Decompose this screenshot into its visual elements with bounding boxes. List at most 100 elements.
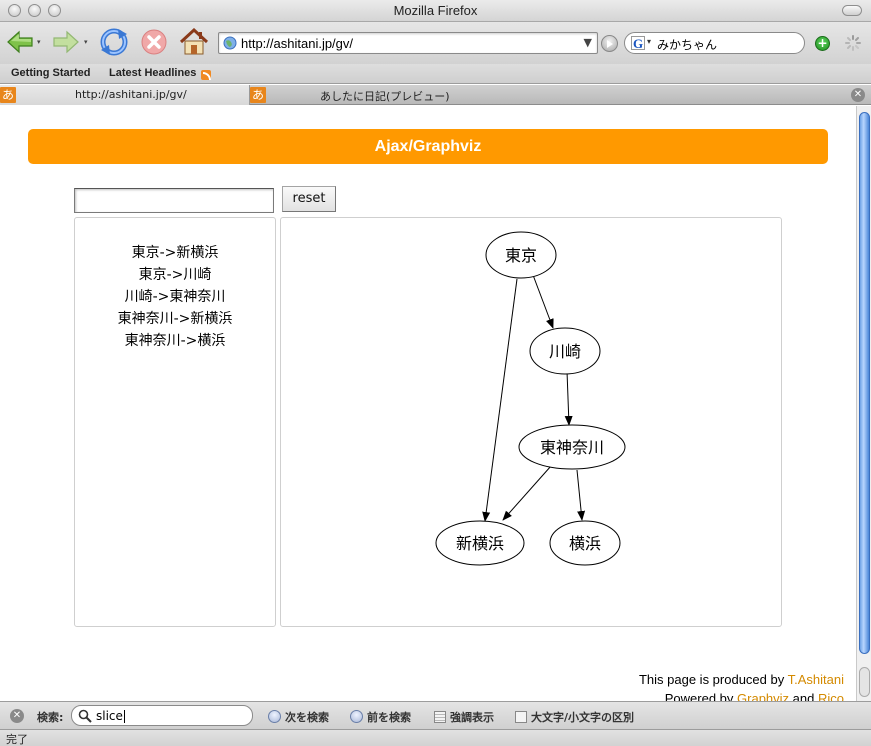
graph-node-tokyo: 東京: [485, 231, 557, 279]
search-engine-dropdown[interactable]: ▾: [647, 37, 651, 46]
graph-node-shinyokohama: 新横浜: [435, 520, 525, 566]
go-button[interactable]: [601, 35, 618, 52]
svg-text:新横浜: 新横浜: [456, 534, 504, 553]
reset-button[interactable]: reset: [282, 186, 336, 212]
magnifier-icon: [78, 709, 92, 723]
find-query-text[interactable]: slice: [96, 709, 123, 723]
bookmark-getting-started[interactable]: Getting Started: [11, 67, 90, 79]
edge-item: 東神奈川->新横浜: [117, 311, 233, 327]
graph-edge-tokyo-shinyokohama: [482, 278, 518, 522]
graph-edge-higashikanagawa-yokohama: [576, 469, 586, 521]
graph-edge-higashikanagawa-shinyokohama: [502, 465, 552, 521]
text-caret: [123, 710, 125, 723]
footer-powered-text: Powered by: [664, 691, 738, 701]
edge-list-panel: 東京->新横浜 東京->川崎 川崎->東神奈川 東神奈川->新横浜 東神奈川->…: [74, 217, 276, 627]
forward-button[interactable]: [50, 27, 82, 57]
tab-gv[interactable]: あ http://ashitani.jp/gv/: [0, 85, 250, 105]
graph-panel: 東京 川崎 東神奈川 新横浜 横浜: [280, 217, 782, 627]
highlight-icon: [434, 711, 446, 723]
url-text[interactable]: http://ashitani.jp/gv/: [241, 36, 353, 51]
edge-item: 川崎->東神奈川: [124, 289, 226, 305]
bookmarks-toolbar: Getting Started Latest Headlines: [0, 64, 871, 84]
graph-edge-kawasaki-higashikanagawa: [564, 370, 573, 426]
find-next-button[interactable]: 次を検索: [268, 709, 329, 725]
close-findbar-icon[interactable]: ✕: [10, 709, 24, 723]
highlight-all-button[interactable]: 強調表示: [434, 709, 494, 725]
status-text: 完了: [6, 733, 28, 746]
scroll-arrows[interactable]: [859, 667, 870, 697]
checkbox-icon: [515, 711, 527, 723]
find-label: 検索:: [37, 711, 64, 724]
tab-diary-preview[interactable]: あ あしたに日記(プレビュー): [250, 85, 550, 105]
graph-node-higashikanagawa: 東神奈川: [518, 424, 626, 470]
svg-text:横浜: 横浜: [569, 534, 601, 553]
back-arrow-icon: [7, 30, 33, 54]
back-history-dropdown[interactable]: ▾: [37, 38, 43, 46]
site-favicon-icon: あ: [0, 87, 16, 103]
tab-label: あしたに日記(プレビュー): [320, 90, 450, 103]
site-favicon-icon: あ: [250, 87, 266, 103]
scrollbar-thumb[interactable]: [859, 112, 870, 654]
find-previous-icon: [350, 710, 363, 723]
status-bar: 完了: [0, 729, 871, 746]
url-bar[interactable]: http://ashitani.jp/gv/ ▼: [218, 32, 598, 54]
edge-item: 東神奈川->横浜: [124, 333, 226, 349]
rico-link[interactable]: Rico: [818, 691, 844, 701]
reload-icon: [100, 28, 128, 56]
tab-strip: あ http://ashitani.jp/gv/ あ あしたに日記(プレビュー)…: [0, 85, 871, 105]
forward-arrow-icon: [53, 30, 79, 54]
graph-node-kawasaki: 川崎: [529, 327, 601, 375]
close-tab-icon[interactable]: ✕: [851, 88, 865, 102]
svg-text:川崎: 川崎: [549, 342, 581, 361]
graph-node-yokohama: 横浜: [549, 520, 621, 566]
add-icon[interactable]: +: [815, 36, 830, 51]
find-previous-label: 前を検索: [367, 711, 411, 724]
window-title: Mozilla Firefox: [393, 3, 478, 18]
graph-edge-tokyo-kawasaki: [532, 274, 554, 329]
find-next-label: 次を検索: [285, 711, 329, 724]
page-content: Ajax/Graphviz reset 東京->新横浜 東京->川崎 川崎->東…: [0, 106, 856, 701]
globe-icon: [223, 36, 237, 50]
google-search-engine-icon[interactable]: G: [631, 36, 645, 50]
svg-text:東神奈川: 東神奈川: [540, 438, 604, 457]
stop-icon: [141, 29, 167, 55]
find-next-icon: [268, 710, 281, 723]
page-header: Ajax/Graphviz: [28, 129, 828, 164]
graph-diagram: 東京 川崎 東神奈川 新横浜 横浜: [435, 231, 626, 566]
stop-button[interactable]: [138, 27, 170, 57]
back-button[interactable]: [4, 27, 36, 57]
tab-label: http://ashitani.jp/gv/: [75, 88, 187, 101]
find-query: slice: [96, 709, 125, 723]
match-case-label: 大文字/小文字の区別: [531, 711, 635, 724]
edge-item: 東京->川崎: [138, 267, 212, 283]
vertical-scrollbar[interactable]: [856, 106, 871, 701]
search-text[interactable]: みかちゃん: [657, 36, 717, 53]
bookmark-latest-headlines[interactable]: Latest Headlines: [109, 67, 196, 79]
find-input[interactable]: slice: [71, 705, 253, 726]
rss-feed-icon: [201, 70, 211, 80]
edge-input[interactable]: [74, 188, 274, 213]
home-icon: [179, 28, 209, 55]
find-bar: ✕ 検索: slice 次を検索 前を検索 強調表示 大文字/小文字の区別: [0, 701, 871, 729]
footer-credit-text: This page is produced by: [638, 672, 788, 687]
footer-powered-line: Powered by Graphviz and Rico: [639, 689, 844, 701]
home-button[interactable]: [178, 27, 210, 57]
edge-list: 東京->新横浜 東京->川崎 川崎->東神奈川 東神奈川->新横浜 東神奈川->…: [75, 242, 275, 352]
edge-item: 東京->新横浜: [131, 245, 219, 261]
toolbar-toggle-button[interactable]: [842, 5, 862, 16]
footer-and-text: and: [789, 691, 818, 701]
graphviz-link[interactable]: Graphviz: [737, 691, 789, 701]
match-case-checkbox[interactable]: 大文字/小文字の区別: [515, 709, 634, 725]
search-bar[interactable]: G ▾ みかちゃん: [624, 32, 805, 54]
navigation-toolbar: ▾ ▾ http://ashitani.jp/gv/ ▼ G ▾ みかちゃん +: [0, 22, 871, 64]
find-previous-button[interactable]: 前を検索: [350, 709, 411, 725]
highlight-label: 強調表示: [450, 711, 494, 724]
page-footer: This page is produced by T.Ashitani Powe…: [639, 670, 844, 701]
author-link[interactable]: T.Ashitani: [788, 672, 844, 687]
svg-text:東京: 東京: [505, 246, 537, 265]
forward-history-dropdown[interactable]: ▾: [84, 38, 90, 46]
url-history-dropdown[interactable]: ▼: [584, 36, 592, 49]
reload-button[interactable]: [98, 27, 130, 57]
footer-credit-line: This page is produced by T.Ashitani: [639, 670, 844, 689]
window-titlebar: Mozilla Firefox: [0, 0, 871, 22]
